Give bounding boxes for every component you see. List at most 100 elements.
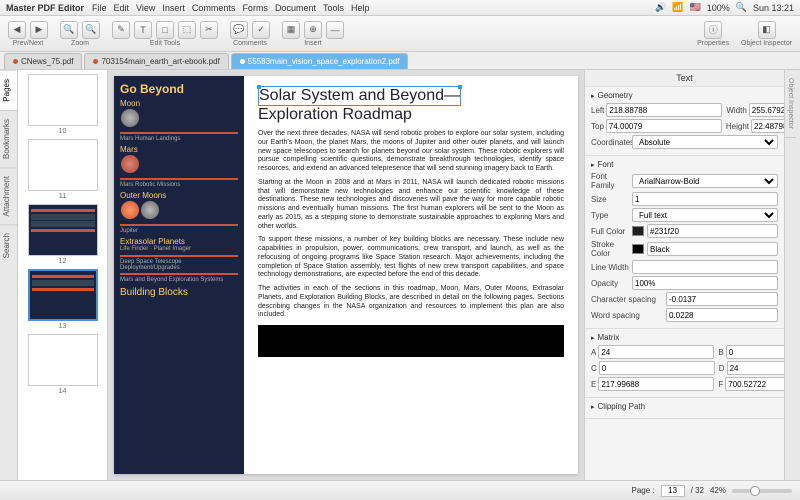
sidetab-pages[interactable]: Pages xyxy=(0,70,17,110)
geom-top-input[interactable] xyxy=(606,119,722,133)
tab-earth-art[interactable]: 703154main_earth_art-ebook.pdf xyxy=(84,53,228,69)
menu-comments[interactable]: Comments xyxy=(192,3,236,13)
full-color-input[interactable] xyxy=(647,224,778,238)
body-paragraph: The activities in each of the sections i… xyxy=(258,285,564,320)
menu-insert[interactable]: Insert xyxy=(162,3,185,13)
matrix-b-input[interactable] xyxy=(726,345,784,359)
document-canvas[interactable]: Go Beyond MoonMars Human Landings MarsMa… xyxy=(108,70,584,480)
page-image xyxy=(258,325,564,357)
info-icon: ⓘ xyxy=(704,21,722,39)
page-number-input[interactable] xyxy=(661,485,685,497)
status-bar: Page : / 32 42% xyxy=(0,480,800,500)
thumbnail-14[interactable]: 14 xyxy=(22,334,103,395)
font-family-select[interactable]: ArialNarrow-Bold xyxy=(632,174,778,188)
thumbnail-11[interactable]: 11 xyxy=(22,139,103,200)
insert-image-button[interactable]: ▦ xyxy=(282,21,300,39)
toolbar-group-insert: ▦ ⊕ — Insert xyxy=(282,21,344,47)
zoom-slider[interactable] xyxy=(732,489,792,493)
sidetab-attachment[interactable]: Attachment xyxy=(0,167,17,224)
color-swatch[interactable] xyxy=(632,226,644,236)
app-name: Master PDF Editor xyxy=(6,3,84,13)
stamp-button[interactable]: ✓ xyxy=(252,21,270,39)
geom-height-input[interactable] xyxy=(751,119,784,133)
stroke-color-input[interactable] xyxy=(647,242,778,256)
line-width-input[interactable] xyxy=(632,260,778,274)
properties-header: Text xyxy=(585,70,784,87)
sidetab-search[interactable]: Search xyxy=(0,224,17,266)
status-battery[interactable]: 100% xyxy=(707,3,730,13)
toolbar-label: Edit Tools xyxy=(150,40,180,47)
toolbar-properties[interactable]: ⓘ Properties xyxy=(697,21,729,47)
insert-line-button[interactable]: — xyxy=(326,21,344,39)
color-swatch[interactable] xyxy=(632,244,644,254)
font-size-input[interactable] xyxy=(632,192,778,206)
word-spacing-input[interactable] xyxy=(666,308,778,322)
menu-help[interactable]: Help xyxy=(351,3,370,13)
text-tool-button[interactable]: T xyxy=(134,21,152,39)
next-page-button[interactable]: ▶ xyxy=(30,21,48,39)
status-lang[interactable]: 🇺🇸 xyxy=(689,2,700,13)
close-icon[interactable] xyxy=(240,59,245,64)
page-title[interactable]: Solar System and Beyond— Exploration Roa… xyxy=(258,86,564,124)
select-tool-button[interactable]: ⬚ xyxy=(178,21,196,39)
toolbar-group-nav: ◀ ▶ Prev/Next xyxy=(8,21,48,47)
edit-tool-button[interactable]: ✎ xyxy=(112,21,130,39)
document-tabs: CNews_75.pdf 703154main_earth_art-ebook.… xyxy=(0,52,800,70)
font-type-select[interactable]: Full text xyxy=(632,208,778,222)
section-matrix: Matrix AB CD EF xyxy=(585,329,784,398)
section-font: Font Font FamilyArialNarrow-Bold Size Ty… xyxy=(585,156,784,329)
matrix-f-input[interactable] xyxy=(725,377,784,391)
inspector-icon: ◧ xyxy=(758,21,776,39)
menu-edit[interactable]: Edit xyxy=(114,3,130,13)
page-text-column: Solar System and Beyond— Exploration Roa… xyxy=(244,76,578,474)
tab-space-exploration[interactable]: 55583main_vision_space_exploration2.pdf xyxy=(231,53,409,69)
tab-cnews[interactable]: CNews_75.pdf xyxy=(4,53,82,69)
geom-coords-select[interactable]: Absolute xyxy=(632,135,778,149)
rsidetab-inspector[interactable]: Object Inspector xyxy=(785,70,796,138)
status-volume[interactable]: 🔊 xyxy=(655,2,666,13)
menu-file[interactable]: File xyxy=(92,3,107,13)
thumbnail-13[interactable]: 13 xyxy=(22,269,103,330)
toolbar-group-comments: 💬 ✓ Comments xyxy=(230,21,270,47)
matrix-d-input[interactable] xyxy=(727,361,784,375)
section-clipping: Clipping Path xyxy=(585,398,784,419)
body-paragraph: Starting at the Moon in 2008 and at Mars… xyxy=(258,179,564,232)
close-icon[interactable] xyxy=(93,59,98,64)
pdf-page: Go Beyond MoonMars Human Landings MarsMa… xyxy=(114,76,578,474)
menu-forms[interactable]: Forms xyxy=(242,3,268,13)
geom-width-input[interactable] xyxy=(749,103,784,117)
opacity-input[interactable] xyxy=(632,276,778,290)
page-label: Page : xyxy=(631,486,654,495)
matrix-a-input[interactable] xyxy=(598,345,714,359)
thumbnail-12[interactable]: 12 xyxy=(22,204,103,265)
toolbar-label: Comments xyxy=(233,40,267,47)
rect-tool-button[interactable]: □ xyxy=(156,21,174,39)
toolbar-label: Insert xyxy=(304,40,322,47)
status-clock[interactable]: Sun 13:21 xyxy=(753,3,794,13)
close-icon[interactable] xyxy=(13,59,18,64)
matrix-c-input[interactable] xyxy=(599,361,715,375)
section-geometry: Geometry Left Width Top Height Coordinat… xyxy=(585,87,784,156)
prev-page-button[interactable]: ◀ xyxy=(8,21,26,39)
body-paragraph: Over the next three decades, NASA will s… xyxy=(258,130,564,174)
matrix-e-input[interactable] xyxy=(598,377,714,391)
menu-view[interactable]: View xyxy=(136,3,155,13)
comment-button[interactable]: 💬 xyxy=(230,21,248,39)
page-total: / 32 xyxy=(691,486,704,495)
char-spacing-input[interactable] xyxy=(666,292,778,306)
sidetab-bookmarks[interactable]: Bookmarks xyxy=(0,110,17,167)
status-wifi[interactable]: 📶 xyxy=(672,2,683,13)
geom-left-input[interactable] xyxy=(606,103,722,117)
menu-tools[interactable]: Tools xyxy=(323,3,344,13)
zoom-out-button[interactable]: 🔍 xyxy=(82,21,100,39)
properties-panel: Text Geometry Left Width Top Height Coor… xyxy=(584,70,784,480)
thumbnail-10[interactable]: 10 xyxy=(22,74,103,135)
menu-document[interactable]: Document xyxy=(275,3,316,13)
status-spotlight[interactable]: 🔍 xyxy=(736,2,747,13)
insert-link-button[interactable]: ⊕ xyxy=(304,21,322,39)
toolbar-object-inspector[interactable]: ◧ Object Inspector xyxy=(741,21,792,47)
crop-tool-button[interactable]: ✂ xyxy=(200,21,218,39)
page-thumbnails: 10 11 12 13 14 xyxy=(18,70,108,480)
left-side-tabs: Pages Bookmarks Attachment Search xyxy=(0,70,18,480)
zoom-in-button[interactable]: 🔍 xyxy=(60,21,78,39)
